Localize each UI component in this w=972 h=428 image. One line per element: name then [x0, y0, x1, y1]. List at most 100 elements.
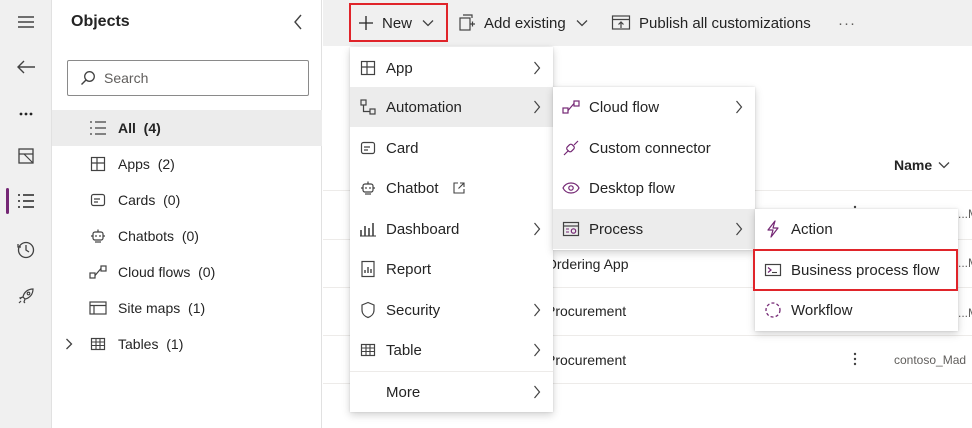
action-icon	[763, 219, 783, 239]
chatbot-icon	[88, 226, 108, 246]
menu-item-label: Chatbot	[386, 179, 439, 197]
shield-icon	[358, 300, 378, 320]
automation-icon	[358, 97, 378, 117]
menu-item-label: Desktop flow	[589, 179, 675, 197]
objects-search-input[interactable]	[104, 70, 304, 86]
add-existing-button[interactable]: Add existing	[458, 0, 588, 46]
name-column-label: Name	[894, 157, 933, 173]
menu-item-label: Workflow	[791, 301, 853, 319]
menu-item-more[interactable]: More	[350, 372, 553, 412]
menu-item-cloud-flow[interactable]: Cloud flow	[553, 87, 755, 127]
chevron-down-icon	[576, 19, 588, 27]
left-rail	[0, 0, 52, 428]
menu-item-card[interactable]: Card	[350, 128, 553, 168]
object-item-site-maps[interactable]: Site maps (1)	[52, 290, 322, 326]
automation-submenu: Cloud flow Custom connector Desktop flow…	[553, 87, 755, 250]
menu-item-desktop-flow[interactable]: Desktop flow	[553, 168, 755, 208]
publish-all-button[interactable]: Publish all customizations	[611, 0, 811, 46]
list-icon	[88, 118, 108, 138]
chevron-right-icon	[733, 100, 745, 114]
row-name[interactable]: Procurement	[546, 303, 626, 319]
report-icon	[358, 259, 378, 279]
chevron-right-icon[interactable]	[62, 337, 76, 351]
more-dots-icon[interactable]	[0, 96, 52, 132]
sitemap-icon	[88, 298, 108, 318]
menu-item-label: Table	[386, 341, 422, 359]
menu-item-label: Card	[386, 139, 419, 157]
menu-item-chatbot[interactable]: Chatbot	[350, 168, 553, 208]
menu-item-label: Cloud flow	[589, 98, 660, 116]
object-item-tables[interactable]: Tables (1)	[52, 326, 322, 362]
chevron-down-icon	[938, 161, 950, 169]
object-item-label: Site maps (1)	[118, 300, 206, 316]
object-item-label: Chatbots (0)	[118, 228, 199, 244]
hamburger-menu-icon[interactable]	[0, 4, 52, 40]
menu-item-security[interactable]: Security	[350, 290, 553, 330]
object-item-cards[interactable]: Cards (0)	[52, 182, 322, 218]
object-item-apps[interactable]: Apps (2)	[52, 146, 322, 182]
object-item-label: Cloud flows (0)	[118, 264, 216, 280]
menu-item-label: Automation	[386, 98, 462, 116]
apps-icon	[88, 154, 108, 174]
menu-item-label: Action	[791, 220, 833, 238]
back-arrow-icon[interactable]	[0, 49, 52, 85]
row-name[interactable]: Procurement	[546, 352, 626, 368]
add-existing-icon	[458, 14, 476, 32]
chevron-right-icon	[531, 343, 543, 357]
objects-search-box[interactable]	[67, 60, 309, 96]
row-owner: contoso_Mad	[894, 353, 967, 367]
menu-item-label: Dashboard	[386, 220, 460, 238]
menu-item-label: Report	[386, 260, 432, 278]
menu-item-workflow[interactable]: Workflow	[755, 290, 958, 330]
menu-item-label: Security	[386, 301, 441, 319]
menu-item-table[interactable]: Table	[350, 330, 553, 370]
row-more-icon[interactable]	[850, 351, 860, 367]
external-link-icon	[453, 182, 465, 194]
cloud-flow-icon	[561, 97, 581, 117]
row-owner: ...Mad	[958, 207, 972, 221]
menu-item-app[interactable]: App	[350, 48, 553, 88]
chevron-right-icon	[531, 222, 543, 236]
object-item-label: Apps (2)	[118, 156, 175, 172]
row-name[interactable]: Ordering App	[546, 256, 629, 272]
more-commands-label: ···	[838, 14, 856, 32]
chevron-right-icon	[531, 303, 543, 317]
desktop-flow-icon	[561, 178, 581, 198]
more-commands-button[interactable]: ···	[838, 0, 856, 46]
object-item-cloud-flows[interactable]: Cloud flows (0)	[52, 254, 322, 290]
app-icon	[358, 58, 378, 78]
process-icon	[561, 219, 581, 239]
flow-icon	[88, 262, 108, 282]
menu-item-report[interactable]: Report	[350, 249, 553, 289]
menu-item-action[interactable]: Action	[755, 209, 958, 249]
pages-icon[interactable]	[0, 138, 52, 174]
rocket-icon[interactable]	[0, 278, 52, 314]
menu-item-custom-connector[interactable]: Custom connector	[553, 128, 755, 168]
publish-label: Publish all customizations	[639, 14, 811, 32]
menu-item-process[interactable]: Process	[553, 209, 755, 249]
publish-icon	[611, 14, 631, 32]
history-icon[interactable]	[0, 232, 52, 268]
dashboard-icon	[358, 219, 378, 239]
new-button-highlight	[349, 3, 448, 42]
menu-item-label: Process	[589, 220, 644, 238]
objects-title: Objects	[71, 13, 130, 30]
business-process-flow-highlight	[753, 249, 958, 291]
card-icon	[358, 138, 378, 158]
objects-list-icon[interactable]	[0, 183, 52, 219]
connector-icon	[561, 138, 581, 158]
menu-item-automation[interactable]: Automation	[350, 87, 553, 127]
chevron-right-icon	[531, 61, 543, 75]
objects-pane: Objects All (4) Apps (2) Cards (0) Chatb…	[52, 0, 322, 428]
object-item-label: Cards (0)	[118, 192, 181, 208]
menu-item-dashboard[interactable]: Dashboard	[350, 209, 553, 249]
object-item-chatbots[interactable]: Chatbots (0)	[52, 218, 322, 254]
collapse-chevron-icon[interactable]	[288, 12, 308, 32]
name-column-header[interactable]: Name	[894, 157, 950, 173]
table-icon	[358, 340, 378, 360]
chevron-right-icon	[733, 222, 745, 236]
row-owner: ...Mad	[958, 306, 972, 320]
row-owner: ...Mad	[958, 256, 972, 270]
object-item-all[interactable]: All (4)	[52, 110, 322, 146]
workflow-icon	[763, 300, 783, 320]
